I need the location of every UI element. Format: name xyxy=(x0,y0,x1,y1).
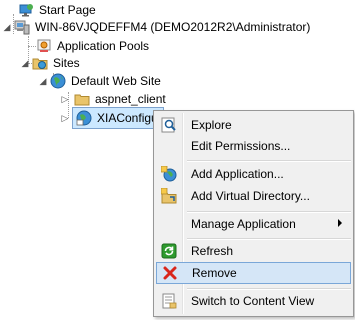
folder-icon xyxy=(74,91,90,107)
collapse-arrow-icon[interactable]: ◢ xyxy=(2,22,12,32)
tree-item-default-web-site[interactable]: ◢ Default Web Site xyxy=(38,71,161,91)
remove-icon xyxy=(162,265,178,281)
menu-separator xyxy=(187,160,351,162)
tree-item-label: Sites xyxy=(53,56,80,70)
selected-tree-item[interactable]: XIAConfigu xyxy=(72,107,164,129)
menu-item-manage-application[interactable]: Manage Application xyxy=(156,213,351,235)
menu-item-add-application[interactable]: Add Application... xyxy=(156,163,351,185)
sites-folder-icon xyxy=(32,55,48,71)
globe-icon xyxy=(50,73,66,89)
context-menu: Explore Edit Permissions... Add Applicat… xyxy=(153,110,354,317)
menu-item-explore[interactable]: Explore xyxy=(156,114,351,136)
add-virtual-directory-icon xyxy=(160,187,177,204)
menu-item-edit-permissions[interactable]: Edit Permissions... xyxy=(156,135,351,157)
menu-item-refresh[interactable]: Refresh xyxy=(156,240,351,262)
tree-item-xiaconfiguration[interactable]: ▷ XIAConfigu xyxy=(60,107,164,129)
tree-item-label: Start Page xyxy=(39,3,96,17)
tree-item-sites[interactable]: ◢ Sites xyxy=(20,53,80,73)
tree-item-aspnet-client[interactable]: ▷ aspnet_client xyxy=(60,89,166,109)
application-pools-icon xyxy=(36,38,52,54)
start-page-icon xyxy=(18,2,34,18)
menu-item-remove[interactable]: Remove xyxy=(156,262,351,284)
menu-item-add-virtual-directory[interactable]: Add Virtual Directory... xyxy=(156,185,351,207)
add-application-icon xyxy=(160,165,177,182)
expand-arrow-icon[interactable]: ▷ xyxy=(60,94,70,104)
content-view-icon xyxy=(161,293,177,309)
web-application-icon xyxy=(76,110,92,126)
expand-arrow-icon[interactable]: ▷ xyxy=(60,113,70,123)
tree-connector xyxy=(28,46,36,47)
refresh-icon xyxy=(161,243,177,259)
collapse-arrow-icon[interactable]: ◢ xyxy=(38,76,48,86)
server-icon xyxy=(14,19,30,35)
tree-item-label: WIN-86VJQDEFFM4 (DEMO2012R2\Administrato… xyxy=(35,20,311,34)
menu-item-switch-to-content-view[interactable]: Switch to Content View xyxy=(156,290,351,312)
submenu-arrow-icon xyxy=(338,219,342,227)
explore-icon xyxy=(161,117,177,133)
tree-item-server[interactable]: ◢ WIN-86VJQDEFFM4 (DEMO2012R2\Administra… xyxy=(2,17,310,37)
tree-item-label: Application Pools xyxy=(57,39,150,53)
collapse-arrow-icon[interactable]: ◢ xyxy=(20,58,30,68)
tree-item-label: Default Web Site xyxy=(71,74,161,88)
tree-item-label: XIAConfigu xyxy=(97,111,158,125)
tree-item-label: aspnet_client xyxy=(95,92,166,106)
